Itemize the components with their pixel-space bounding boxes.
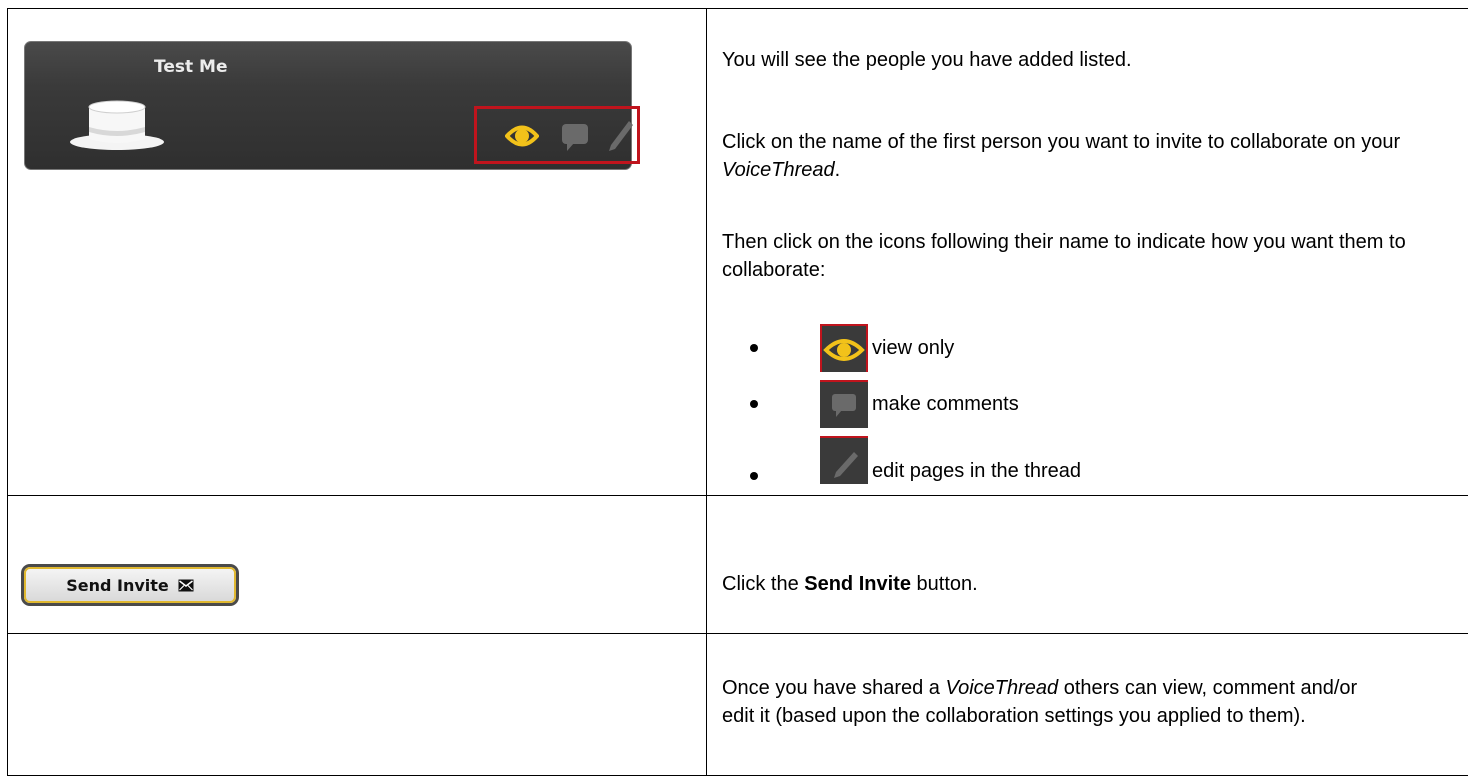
paragraph-click-icons: Then click on the icons following their … [722,231,1406,281]
list-item: edit pages in the thread [750,436,1250,484]
list-item: view only [750,324,1250,372]
row-divider-1 [7,495,1468,496]
contact-name[interactable]: Test Me [154,57,227,77]
text-segment: Click on the name of the first person yo… [722,131,1401,153]
instruction-table: Test Me You will see the people you have… [0,0,1468,776]
text-segment: . [834,159,841,181]
permission-highlight [474,106,640,164]
text-segment: Click the [722,573,805,595]
table-border-left [7,8,8,776]
voicethread-italic: VoiceThread [722,159,835,181]
eye-icon [820,324,868,372]
pencil-icon [820,436,868,484]
contact-card[interactable]: Test Me [24,41,640,170]
paragraph-shared: Once you have shared a VoiceThread other… [722,674,1382,730]
text-segment: button. [910,573,978,595]
column-divider [706,8,707,776]
send-invite-button[interactable]: Send Invite [24,567,236,603]
list-item: make comments [750,380,1250,428]
send-invite-bold: Send Invite [804,573,911,595]
table-border-top [7,8,1468,9]
row-divider-2 [7,633,1468,634]
bullet-icon [750,472,758,480]
paragraph-people-listed: You will see the people you have added l… [722,49,1132,71]
comment-bubble-icon[interactable] [561,123,591,158]
pencil-icon[interactable] [607,119,635,158]
envelope-icon [178,579,194,592]
bullet-label-view: view only [872,336,955,359]
eye-icon[interactable] [504,121,540,156]
bullet-icon [750,344,758,352]
bullet-label-edit: edit pages in the thread [872,460,1082,482]
top-hat-icon [67,99,167,164]
bullet-label-comments: make comments [872,392,1019,415]
paragraph-click-name: Click on the name of the first person yo… [722,128,1412,184]
text-segment: Once you have shared a [722,677,946,699]
voicethread-italic: VoiceThread [945,677,1059,699]
bullet-icon [750,400,758,408]
send-invite-label: Send Invite [66,575,169,595]
paragraph-send-invite: Click the Send Invite button. [722,570,1442,598]
comment-bubble-icon [820,380,868,428]
